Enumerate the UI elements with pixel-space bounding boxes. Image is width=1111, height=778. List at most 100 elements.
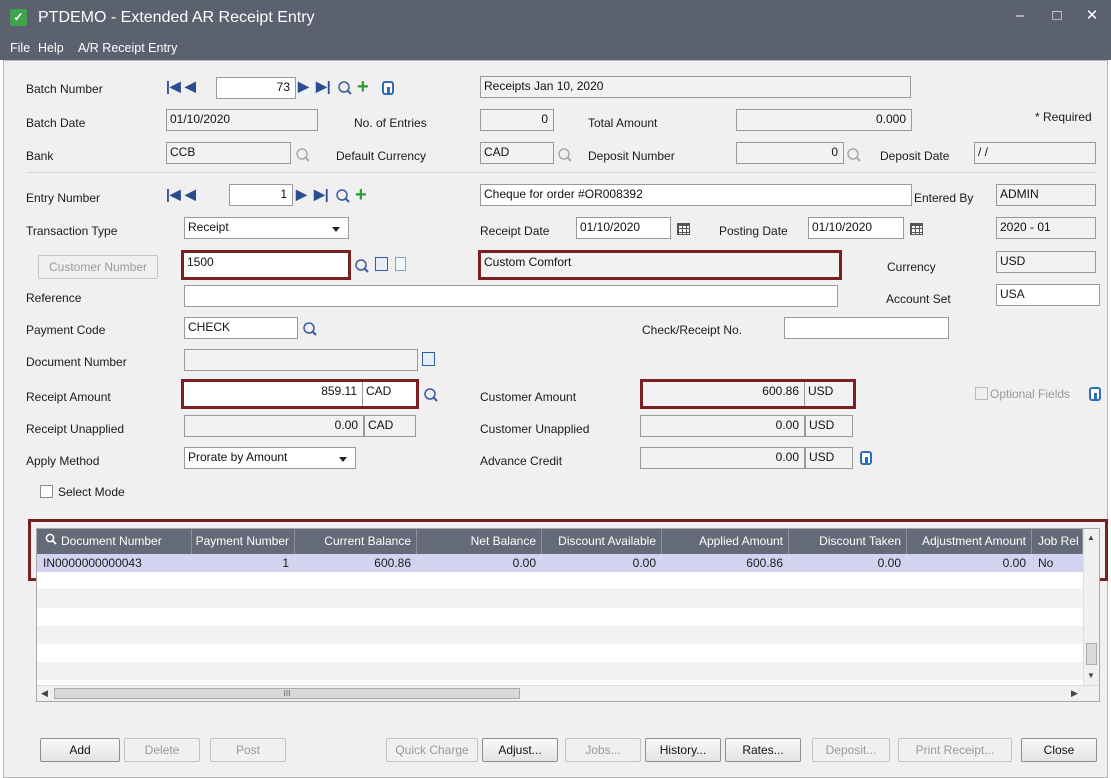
empty-row	[37, 644, 1083, 662]
deposit-button[interactable]: Deposit...	[812, 738, 890, 762]
applied-documents-grid: Document Number Payment Number Current B…	[36, 528, 1100, 702]
transaction-type-select[interactable]: Receipt	[184, 217, 349, 239]
entry-number-input[interactable]: 1	[229, 184, 293, 206]
cell-applied-amount[interactable]: 600.86	[662, 554, 789, 572]
default-currency-label: Default Currency	[336, 149, 427, 163]
maximize-button[interactable]: □	[1037, 2, 1077, 32]
batch-info-icon[interactable]	[382, 81, 394, 95]
col-applied-amount[interactable]: Applied Amount	[662, 529, 789, 554]
payment-code-input[interactable]: CHECK	[184, 317, 298, 339]
apply-method-select[interactable]: Prorate by Amount	[184, 447, 356, 469]
currency-field: USD	[996, 251, 1096, 273]
new-entry-icon[interactable]: +	[355, 185, 367, 205]
horizontal-scroll-thumb[interactable]: III	[54, 688, 520, 699]
customer-amount-currency: USD	[805, 382, 853, 406]
next-batch-icon[interactable]: ▶	[298, 77, 309, 95]
cell-discount-available[interactable]: 0.00	[542, 554, 662, 572]
entry-description-input[interactable]: Cheque for order #OR008392	[480, 184, 912, 206]
scroll-left-arrow[interactable]: ◀	[41, 688, 48, 699]
batch-search-icon[interactable]	[337, 80, 353, 96]
document-number-label: Document Number	[26, 355, 127, 369]
bank-field: CCB	[166, 142, 291, 164]
first-batch-icon[interactable]: |◀	[166, 77, 181, 95]
col-discount-available[interactable]: Discount Available	[542, 529, 662, 554]
scroll-right-arrow[interactable]: ▶	[1071, 688, 1078, 699]
account-set-input[interactable]: USA	[996, 284, 1100, 306]
grid-vertical-scrollbar[interactable]: ▲ ▼	[1083, 529, 1099, 685]
receipt-date-input[interactable]: 01/10/2020	[576, 217, 671, 239]
currency-search-icon[interactable]	[557, 147, 573, 163]
receipt-currency-search-icon[interactable]	[423, 387, 439, 403]
customer-finder-icon[interactable]	[375, 257, 388, 271]
customer-name-field: Custom Comfort	[481, 253, 839, 277]
customer-search-icon[interactable]	[354, 258, 370, 274]
posting-date-input[interactable]: 01/10/2020	[808, 217, 904, 239]
customer-amount-field: 600.86	[643, 382, 805, 406]
close-button[interactable]: Close	[1021, 738, 1097, 762]
prev-batch-icon[interactable]: ◀	[185, 77, 196, 95]
last-batch-icon[interactable]: ▶|	[316, 77, 331, 95]
col-job-related[interactable]: Job Rel	[1032, 529, 1083, 554]
col-net-balance[interactable]: Net Balance	[417, 529, 542, 554]
advance-credit-info-icon[interactable]	[860, 451, 872, 465]
select-mode-checkbox[interactable]	[40, 485, 53, 498]
grid-horizontal-scrollbar[interactable]: ◀ III ▶	[37, 685, 1099, 701]
quick-charge-button[interactable]: Quick Charge	[386, 738, 478, 762]
bank-search-icon[interactable]	[295, 147, 311, 163]
col-document-number-label: Document Number	[61, 534, 162, 548]
prev-entry-icon[interactable]: ◀	[185, 185, 196, 203]
cell-current-balance[interactable]: 600.86	[295, 554, 417, 572]
receipt-date-calendar-icon[interactable]	[677, 223, 690, 235]
scroll-down-arrow[interactable]: ▼	[1087, 671, 1095, 680]
scroll-up-arrow[interactable]: ▲	[1087, 533, 1095, 542]
scroll-thumb[interactable]	[1086, 643, 1097, 665]
reference-input[interactable]	[184, 285, 838, 307]
cell-document-number[interactable]: IN0000000000043	[37, 554, 192, 572]
payment-code-search-icon[interactable]	[302, 321, 318, 337]
add-button[interactable]: Add	[40, 738, 120, 762]
menu-file[interactable]: File	[10, 41, 30, 55]
deposit-search-icon[interactable]	[846, 147, 862, 163]
posting-date-calendar-icon[interactable]	[910, 223, 923, 235]
batch-description-field[interactable]: Receipts Jan 10, 2020	[480, 76, 911, 98]
adjust-button[interactable]: Adjust...	[482, 738, 558, 762]
menu-help[interactable]: Help	[38, 41, 64, 55]
document-finder-icon[interactable]	[422, 352, 435, 366]
customer-unapplied-currency: USD	[805, 415, 853, 437]
minimize-button[interactable]: –	[1000, 2, 1040, 32]
close-window-button[interactable]: ✕	[1072, 2, 1111, 32]
cell-discount-taken[interactable]: 0.00	[789, 554, 907, 572]
table-row[interactable]: IN0000000000043 1 600.86 0.00 0.00 600.8…	[37, 554, 1083, 572]
col-adjustment-amount[interactable]: Adjustment Amount	[907, 529, 1032, 554]
cell-job-related[interactable]: No	[1032, 554, 1083, 572]
optional-fields-info-icon[interactable]	[1089, 387, 1101, 401]
cell-adjustment-amount[interactable]: 0.00	[907, 554, 1032, 572]
receipt-amount-input[interactable]: 859.11	[184, 382, 363, 406]
next-entry-icon[interactable]: ▶	[296, 185, 307, 203]
batch-number-input[interactable]: 73	[216, 77, 296, 99]
new-batch-icon[interactable]: +	[357, 77, 369, 97]
menu-ar-receipt-entry[interactable]: A/R Receipt Entry	[78, 41, 177, 55]
customer-number-button[interactable]: Customer Number	[38, 255, 158, 279]
batch-date-label: Batch Date	[26, 116, 86, 130]
optional-fields-checkbox[interactable]	[975, 387, 988, 400]
customer-notes-icon[interactable]	[395, 257, 406, 271]
grid-search-icon[interactable]	[45, 529, 57, 554]
delete-button[interactable]: Delete	[124, 738, 200, 762]
cell-payment-number[interactable]: 1	[192, 554, 295, 572]
print-receipt-button[interactable]: Print Receipt...	[898, 738, 1012, 762]
col-document-number[interactable]: Document Number	[37, 529, 192, 554]
last-entry-icon[interactable]: ▶|	[314, 185, 329, 203]
customer-number-input[interactable]: 1500	[184, 253, 348, 277]
col-current-balance[interactable]: Current Balance	[295, 529, 417, 554]
jobs-button[interactable]: Jobs...	[565, 738, 641, 762]
first-entry-icon[interactable]: |◀	[166, 185, 181, 203]
post-button[interactable]: Post	[210, 738, 286, 762]
entry-search-icon[interactable]	[335, 188, 351, 204]
col-payment-number[interactable]: Payment Number	[192, 529, 295, 554]
cell-net-balance[interactable]: 0.00	[417, 554, 542, 572]
check-number-input[interactable]	[784, 317, 949, 339]
history-button[interactable]: History...	[645, 738, 721, 762]
rates-button[interactable]: Rates...	[725, 738, 801, 762]
col-discount-taken[interactable]: Discount Taken	[789, 529, 907, 554]
